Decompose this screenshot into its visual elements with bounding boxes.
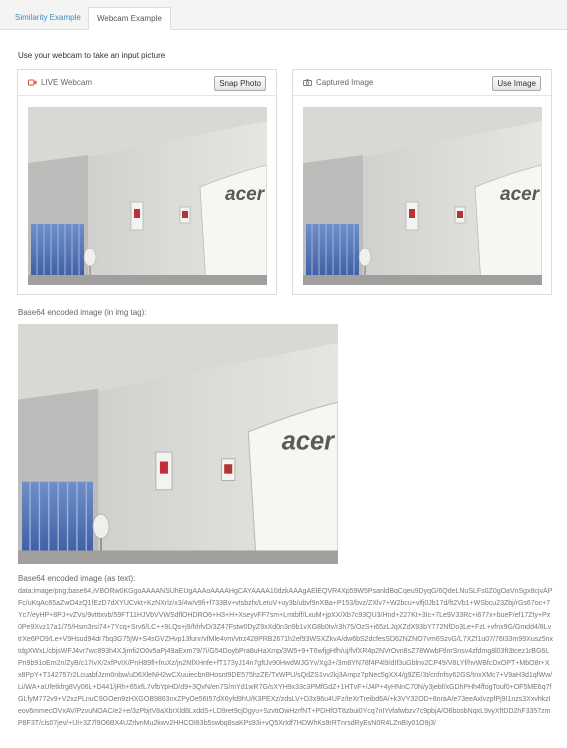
base64-img-label: Base64 encoded image (in img tag): — [18, 308, 147, 317]
svg-text:acer: acer — [282, 427, 336, 455]
tab-similarity-example[interactable]: Similarity Example — [7, 7, 89, 30]
tab-webcam-example[interactable]: Webcam Example — [88, 7, 171, 30]
intro-text: Use your webcam to take an input picture — [18, 51, 166, 60]
svg-text:acer: acer — [225, 184, 266, 205]
live-webcam-title: LIVE Webcam — [41, 78, 92, 87]
captured-image-title: Captured Image — [316, 78, 374, 87]
live-webcam-title-wrap: LIVE Webcam — [28, 78, 92, 87]
use-image-button[interactable]: Use Image — [492, 76, 541, 91]
snap-photo-button[interactable]: Snap Photo — [214, 76, 266, 91]
base64-text-output: data:image/png;base64,iVBORw0KGgoAAAANSU… — [18, 588, 553, 727]
svg-text:acer: acer — [500, 184, 541, 205]
live-webcam-panel-header: LIVE Webcam Snap Photo — [18, 70, 276, 96]
base64-encoded-image: acer — [18, 324, 338, 564]
captured-image-panel: Captured Image Use Image acer — [292, 69, 552, 295]
live-webcam-feed: acer — [28, 107, 267, 285]
captured-image: acer — [303, 107, 542, 285]
video-camera-icon — [28, 79, 37, 86]
captured-image-title-wrap: Captured Image — [303, 78, 373, 87]
live-webcam-panel: LIVE Webcam Snap Photo acer — [17, 69, 277, 295]
camera-icon — [303, 79, 312, 86]
tab-bar: Similarity Example Webcam Example — [0, 0, 567, 30]
base64-text-label: Base64 encoded image (as text): — [18, 574, 136, 583]
captured-image-panel-header: Captured Image Use Image — [293, 70, 551, 96]
webcam-tab-content: Use your webcam to take an input picture… — [0, 30, 567, 748]
